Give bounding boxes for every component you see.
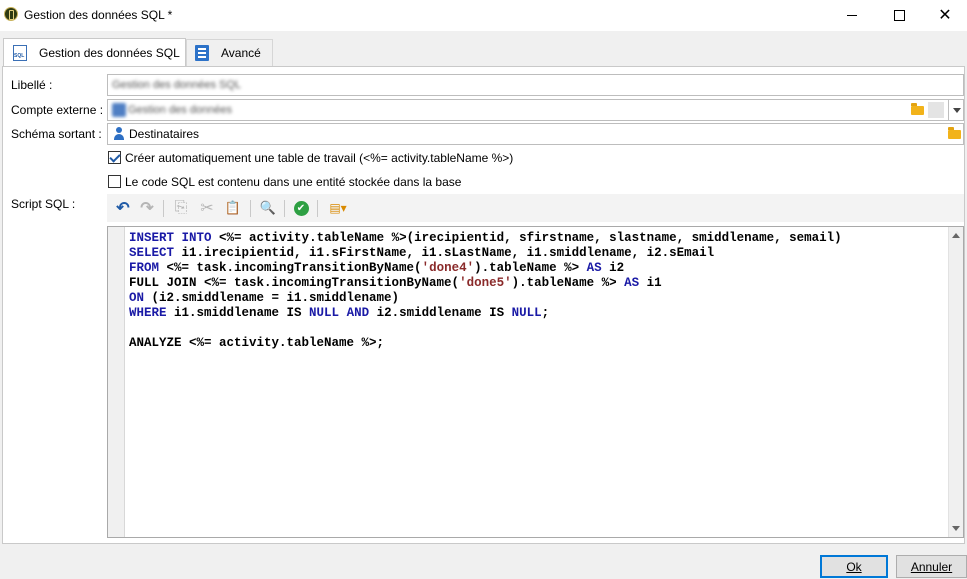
- close-button[interactable]: ✕: [922, 0, 967, 31]
- editor-toolbar: ↶ ↷ ⎘ ✂ 📋 🔍 ✔ ▤▾: [107, 194, 964, 222]
- libelle-label: Libellé :: [11, 78, 53, 92]
- libelle-input[interactable]: Gestion des données SQL: [107, 74, 964, 96]
- sql-editor[interactable]: INSERT INTO <%= activity.tableName %>(ir…: [107, 226, 964, 538]
- toolbar-separator: [317, 200, 318, 217]
- scissors-icon: ✂: [200, 200, 214, 217]
- schema-folder-button[interactable]: [945, 125, 963, 143]
- maximize-icon: [893, 10, 905, 21]
- stored-entity-label: Le code SQL est contenu dans une entité …: [125, 175, 462, 189]
- code-line: ANALYZE <%= activity.tableName %>;: [129, 336, 385, 350]
- copy-button[interactable]: ⎘: [171, 198, 191, 218]
- code-line: INSERT INTO <%= activity.tableName %>(ir…: [129, 231, 842, 245]
- window-title: Gestion des données SQL *: [24, 8, 173, 22]
- app-icon: [4, 7, 18, 21]
- scroll-down-icon[interactable]: [952, 526, 960, 531]
- tab-sql-data[interactable]: Gestion des données SQL: [3, 38, 186, 67]
- toolbar-separator: [250, 200, 251, 217]
- title-bar: Gestion des données SQL * ✕: [0, 0, 967, 31]
- compte-externe-label: Compte externe :: [11, 103, 104, 117]
- redo-icon: ↷: [140, 200, 154, 217]
- redo-button[interactable]: ↷: [137, 198, 157, 218]
- cut-button[interactable]: ✂: [197, 198, 217, 218]
- validate-button[interactable]: ✔: [291, 198, 311, 218]
- editor-gutter: [108, 227, 125, 537]
- external-account-icon: [112, 103, 126, 117]
- compte-externe-value: Gestion des données: [128, 104, 232, 116]
- script-sql-label: Script SQL :: [11, 197, 76, 211]
- code-line: SELECT i1.irecipientid, i1.sFirstName, i…: [129, 246, 715, 260]
- code-line: WHERE i1.smiddlename IS NULL AND i2.smid…: [129, 306, 550, 320]
- tab-advanced-label: Avancé: [221, 46, 261, 60]
- compte-externe-select[interactable]: Gestion des données: [107, 99, 964, 121]
- check-circle-icon: ✔: [293, 200, 309, 216]
- undo-icon: ↶: [116, 200, 130, 217]
- libelle-value: Gestion des données SQL: [112, 79, 242, 91]
- ok-button-label: Ok: [846, 559, 862, 574]
- toolbar-separator: [284, 200, 285, 217]
- code-line: FROM <%= task.incomingTransitionByName('…: [129, 261, 625, 275]
- close-icon: ✕: [938, 6, 952, 24]
- undo-button[interactable]: ↶: [113, 198, 133, 218]
- insert-menu-button[interactable]: ▤▾: [323, 198, 353, 218]
- folder-icon: [910, 102, 924, 115]
- recipient-icon: [114, 127, 124, 141]
- ok-button[interactable]: Ok: [820, 555, 888, 578]
- minimize-button[interactable]: [829, 0, 875, 31]
- paste-button[interactable]: 📋: [223, 198, 243, 218]
- sql-code[interactable]: INSERT INTO <%= activity.tableName %>(ir…: [129, 231, 842, 351]
- schema-sortant-input[interactable]: Destinataires: [107, 123, 964, 145]
- copy-icon: ⎘: [174, 199, 188, 216]
- binoculars-icon: 🔍: [259, 200, 277, 215]
- cancel-button[interactable]: Annuler: [896, 555, 967, 578]
- stored-entity-checkbox[interactable]: [108, 175, 121, 188]
- folder-icon: [947, 126, 961, 139]
- code-line: ON (i2.smiddlename = i1.smiddlename): [129, 291, 400, 305]
- maximize-button[interactable]: [876, 0, 922, 31]
- compte-edit-button[interactable]: [928, 102, 944, 118]
- cancel-button-label: Annuler: [910, 559, 953, 574]
- auto-work-table-checkbox[interactable]: [108, 151, 121, 164]
- tab-bar: Gestion des données SQL Avancé: [0, 31, 967, 67]
- tab-sql-data-label: Gestion des données SQL: [39, 46, 180, 60]
- editor-vertical-scrollbar[interactable]: [948, 227, 963, 537]
- compte-dropdown-button[interactable]: [948, 100, 964, 120]
- code-line: FULL JOIN <%= task.incomingTransitionByN…: [129, 276, 662, 290]
- settings-list-icon: [195, 45, 209, 61]
- paste-icon: 📋: [224, 200, 242, 215]
- compte-folder-button[interactable]: [908, 101, 926, 119]
- auto-work-table-label: Créer automatiquement une table de trava…: [125, 151, 514, 165]
- schema-sortant-label: Schéma sortant :: [11, 127, 102, 141]
- toolbar-separator: [163, 200, 164, 217]
- chevron-down-icon: [952, 107, 961, 113]
- tab-advanced[interactable]: Avancé: [186, 39, 273, 66]
- insert-field-icon: ▤▾: [329, 201, 347, 215]
- schema-sortant-value: Destinataires: [129, 127, 200, 141]
- minimize-icon: [847, 15, 857, 16]
- sql-file-icon: [13, 45, 27, 61]
- scroll-up-icon[interactable]: [952, 233, 960, 238]
- find-button[interactable]: 🔍: [258, 198, 278, 218]
